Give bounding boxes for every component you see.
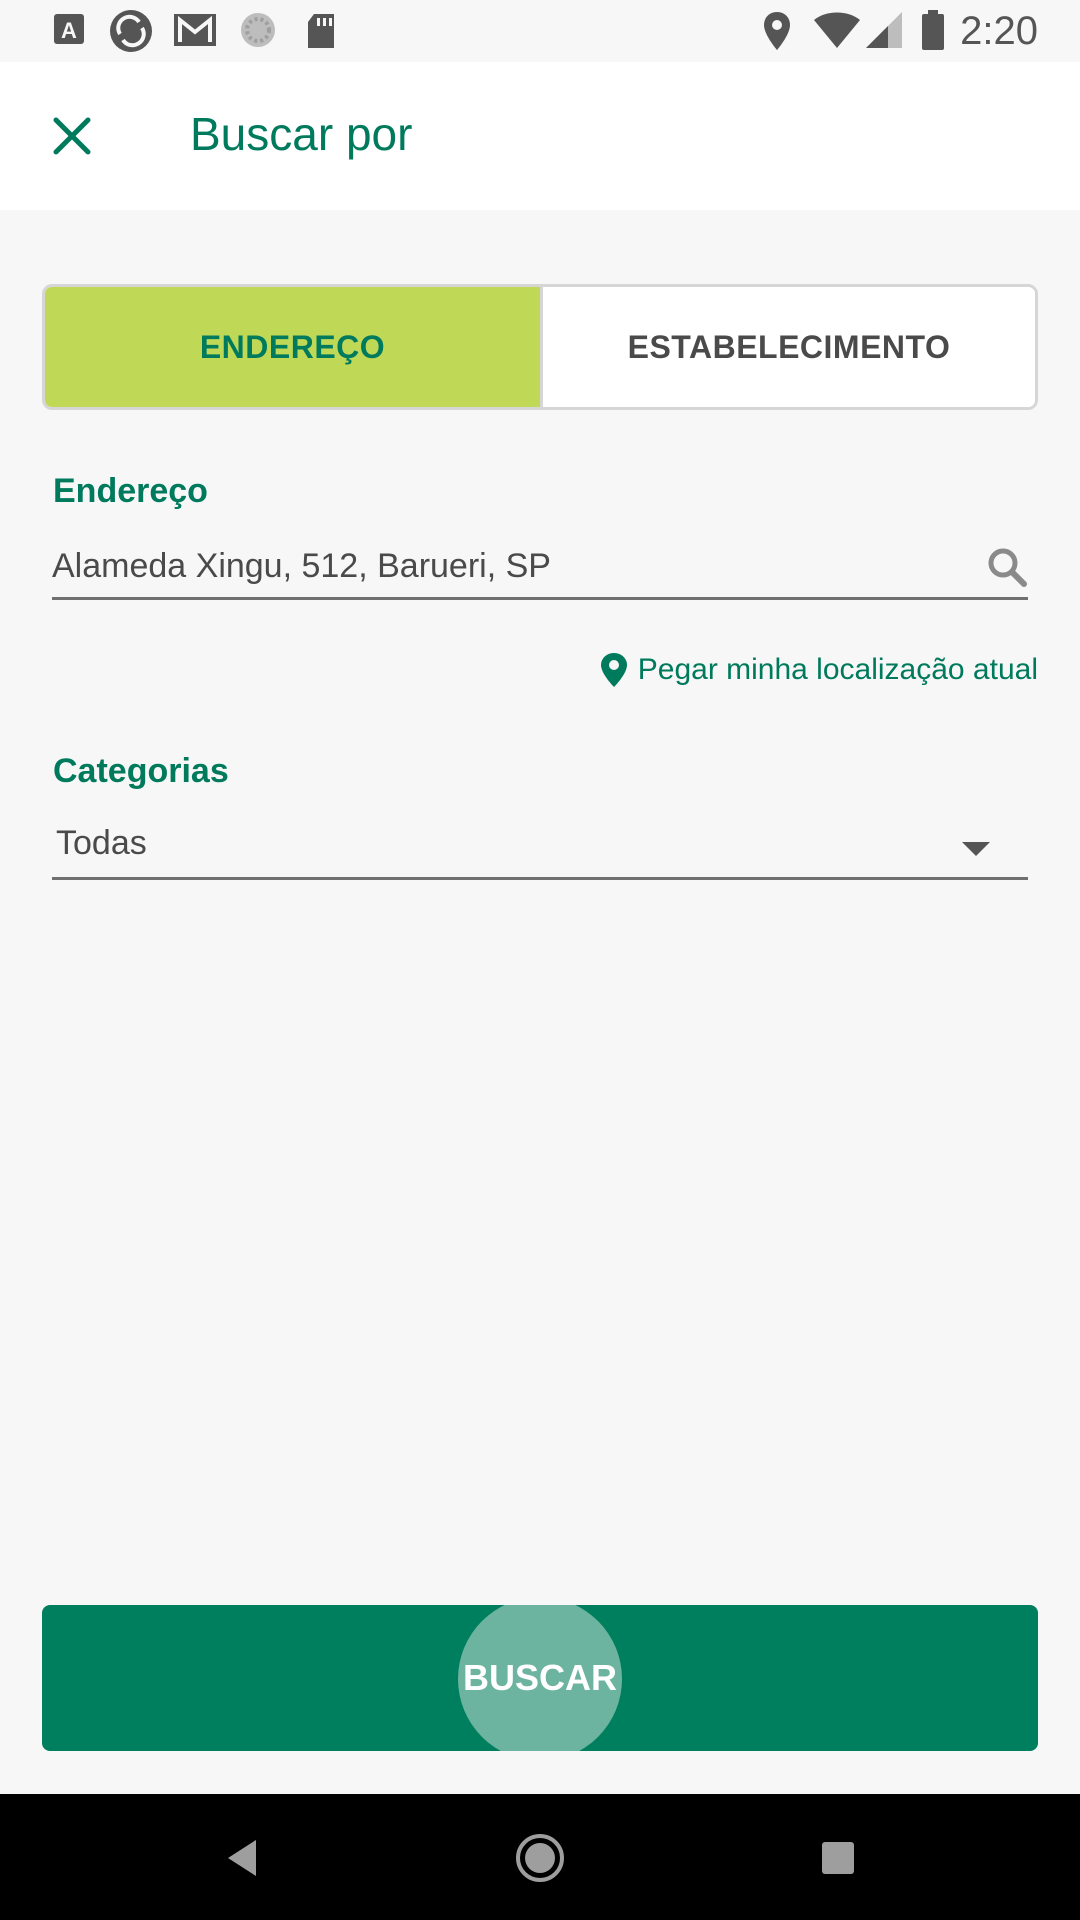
- nav-recents-button[interactable]: [810, 1830, 866, 1886]
- a-icon: A: [54, 14, 84, 44]
- status-time: 2:20: [960, 9, 1038, 53]
- map-pin-icon: [600, 653, 627, 687]
- battery-icon: [922, 10, 944, 50]
- buscar-button-label: BUSCAR: [462, 1657, 617, 1698]
- location-icon: [764, 12, 790, 50]
- tab-estabelecimento[interactable]: ESTABELECIMENTO: [543, 287, 1035, 407]
- categories-label: Categorias: [53, 752, 229, 790]
- app-bar: Buscar por: [0, 62, 1080, 210]
- buscar-button[interactable]: BUSCAR: [42, 1605, 1038, 1751]
- close-icon: [53, 117, 91, 155]
- sd-card-icon: [308, 14, 334, 48]
- loading-icon: [241, 13, 275, 47]
- chevron-down-icon: [962, 842, 990, 856]
- category-selected-value: Todas: [56, 824, 147, 862]
- nav-home-button[interactable]: [512, 1830, 568, 1886]
- tab-endereco[interactable]: ENDEREÇO: [45, 287, 543, 407]
- search-icon[interactable]: [986, 546, 1028, 588]
- back-icon: [228, 1840, 256, 1876]
- search-type-toggle: ENDEREÇO ESTABELECIMENTO: [42, 284, 1038, 410]
- address-input[interactable]: [52, 540, 952, 592]
- wifi-icon: [814, 12, 860, 48]
- category-select[interactable]: Todas: [52, 820, 1028, 880]
- nav-back-button[interactable]: [214, 1830, 270, 1886]
- status-bar: A 2:20: [0, 0, 1080, 62]
- navigation-bar: [0, 1794, 1080, 1920]
- sync-icon: [110, 10, 152, 52]
- gmail-icon: [174, 14, 216, 46]
- signal-icon: [866, 12, 902, 48]
- home-icon: [516, 1834, 564, 1882]
- recents-icon: [822, 1842, 854, 1874]
- page-title: Buscar por: [190, 108, 413, 160]
- svg-text:A: A: [61, 18, 77, 43]
- current-location-label: Pegar minha localização atual: [637, 653, 1038, 686]
- address-field: [52, 540, 1028, 600]
- current-location-link[interactable]: Pegar minha localização atual: [600, 652, 1038, 688]
- close-button[interactable]: [40, 104, 104, 168]
- address-label: Endereço: [53, 472, 208, 510]
